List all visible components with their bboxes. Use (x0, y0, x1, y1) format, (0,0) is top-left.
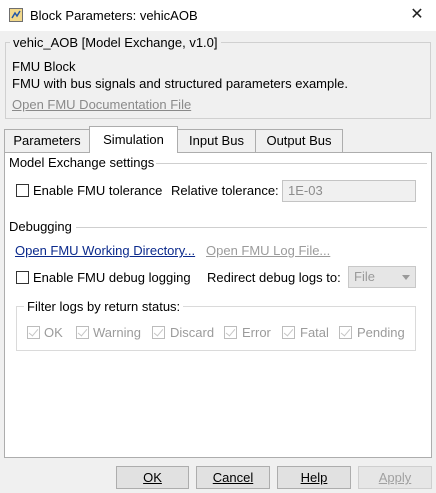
block-type-text: FMU Block (12, 59, 76, 74)
filter-ok-label: OK (44, 325, 63, 340)
close-icon[interactable]: ✕ (400, 2, 434, 29)
debugging-section-title: Debugging (9, 219, 72, 234)
help-button[interactable]: Help (277, 466, 351, 489)
ok-button[interactable]: OK (116, 466, 189, 489)
section-divider (156, 163, 427, 164)
cancel-button-label: Cancel (212, 470, 254, 485)
block-description: FMU with bus signals and structured para… (12, 76, 348, 91)
model-exchange-section-title: Model Exchange settings (9, 155, 155, 170)
relative-tolerance-field[interactable]: 1E-03 (282, 180, 416, 202)
filter-error-checkbox[interactable] (224, 326, 237, 339)
apply-button-label: Apply (378, 470, 412, 485)
filter-ok-checkbox[interactable] (27, 326, 40, 339)
apply-button[interactable]: Apply (358, 466, 432, 489)
tab-output-bus[interactable]: Output Bus (255, 129, 343, 152)
open-documentation-link[interactable]: Open FMU Documentation File (12, 97, 191, 112)
chevron-down-icon (402, 275, 410, 280)
redirect-logs-value: File (354, 269, 375, 284)
help-button-label: Help (300, 470, 328, 485)
tab-input-bus[interactable]: Input Bus (177, 129, 256, 152)
open-log-file-link[interactable]: Open FMU Log File... (206, 243, 330, 258)
filter-error-label: Error (242, 325, 271, 340)
block-info-title: vehic_AOB [Model Exchange, v1.0] (10, 35, 221, 50)
enable-debug-logging-label: Enable FMU debug logging (33, 270, 191, 285)
enable-fmu-tolerance-checkbox[interactable] (16, 184, 29, 197)
filter-discard-label: Discard (170, 325, 215, 340)
redirect-logs-label: Redirect debug logs to: (207, 270, 341, 285)
block-parameters-icon (9, 8, 23, 22)
filter-logs-title: Filter logs by return status: (24, 299, 184, 314)
redirect-logs-select[interactable]: File (348, 266, 416, 288)
filter-discard-checkbox[interactable] (152, 326, 165, 339)
enable-fmu-tolerance-label: Enable FMU tolerance (33, 183, 163, 198)
filter-warning-checkbox[interactable] (76, 326, 89, 339)
filter-fatal-label: Fatal (300, 325, 329, 340)
filter-warning-label: Warning (93, 325, 141, 340)
open-working-directory-link[interactable]: Open FMU Working Directory... (15, 243, 195, 258)
filter-fatal-checkbox[interactable] (282, 326, 295, 339)
enable-debug-logging-checkbox[interactable] (16, 271, 29, 284)
tab-simulation[interactable]: Simulation (89, 126, 178, 153)
section-divider (76, 227, 427, 228)
filter-pending-checkbox[interactable] (339, 326, 352, 339)
relative-tolerance-label: Relative tolerance: (171, 183, 279, 198)
window-title: Block Parameters: vehicAOB (30, 8, 198, 23)
filter-pending-label: Pending (357, 325, 405, 340)
cancel-button[interactable]: Cancel (196, 466, 270, 489)
tab-parameters[interactable]: Parameters (4, 129, 90, 152)
ok-button-label: OK (143, 470, 162, 485)
